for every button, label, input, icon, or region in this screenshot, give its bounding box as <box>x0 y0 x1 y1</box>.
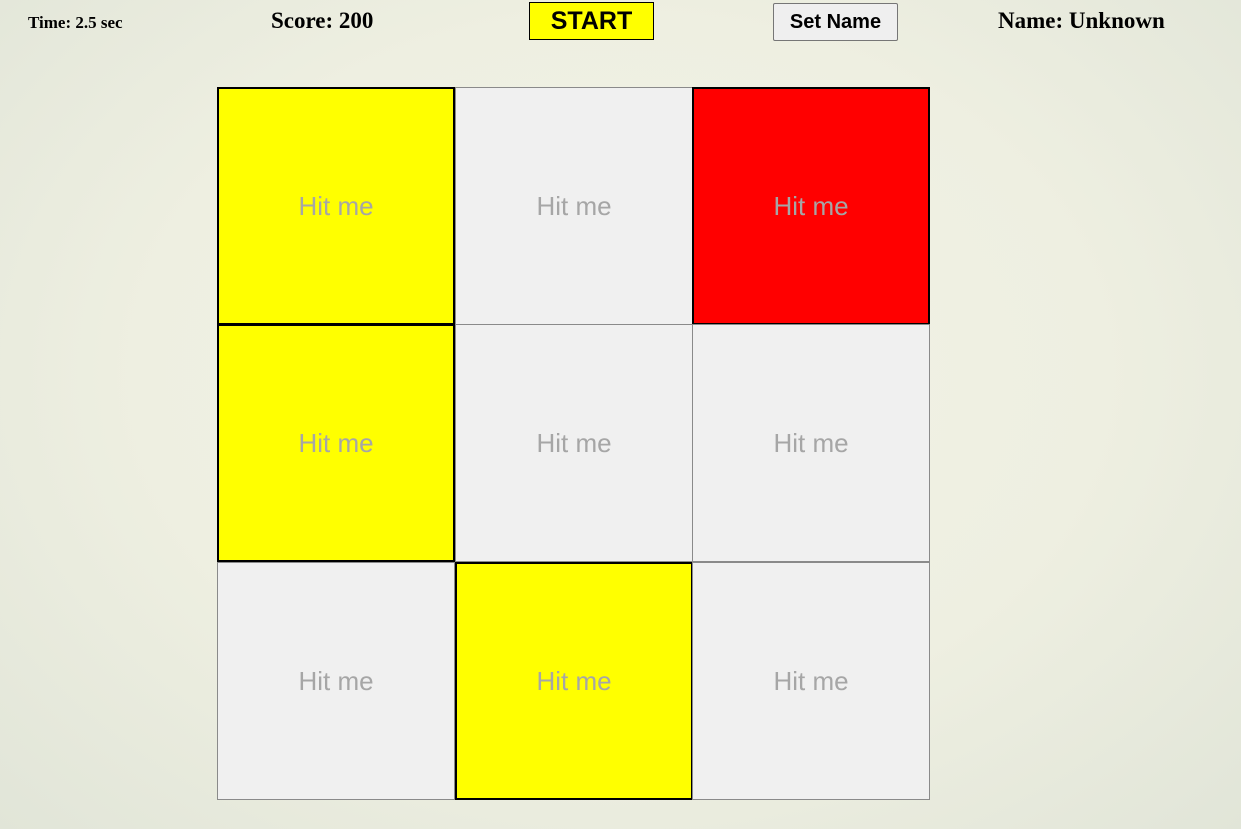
game-board: Hit me Hit me Hit me Hit me Hit me Hit m… <box>217 87 930 800</box>
board-cell[interactable]: Hit me <box>692 562 930 800</box>
time-display: Time: 2.5 sec <box>28 13 123 32</box>
board-cell[interactable]: Hit me <box>217 87 455 325</box>
start-button[interactable]: START <box>529 2 654 40</box>
board-cell[interactable]: Hit me <box>455 87 693 325</box>
player-name-display: Name: Unknown <box>998 8 1165 33</box>
board-cell[interactable]: Hit me <box>217 562 455 800</box>
score-display: Score: 200 <box>271 8 374 33</box>
board-cell[interactable]: Hit me <box>455 562 693 800</box>
board-cell[interactable]: Hit me <box>217 324 455 562</box>
board-cell[interactable]: Hit me <box>692 324 930 562</box>
board-cell[interactable]: Hit me <box>455 324 693 562</box>
board-cell[interactable]: Hit me <box>692 87 930 325</box>
hud-bar: Time: 2.5 sec Score: 200 START Set Name … <box>0 0 1241 60</box>
set-name-button[interactable]: Set Name <box>773 3 898 41</box>
